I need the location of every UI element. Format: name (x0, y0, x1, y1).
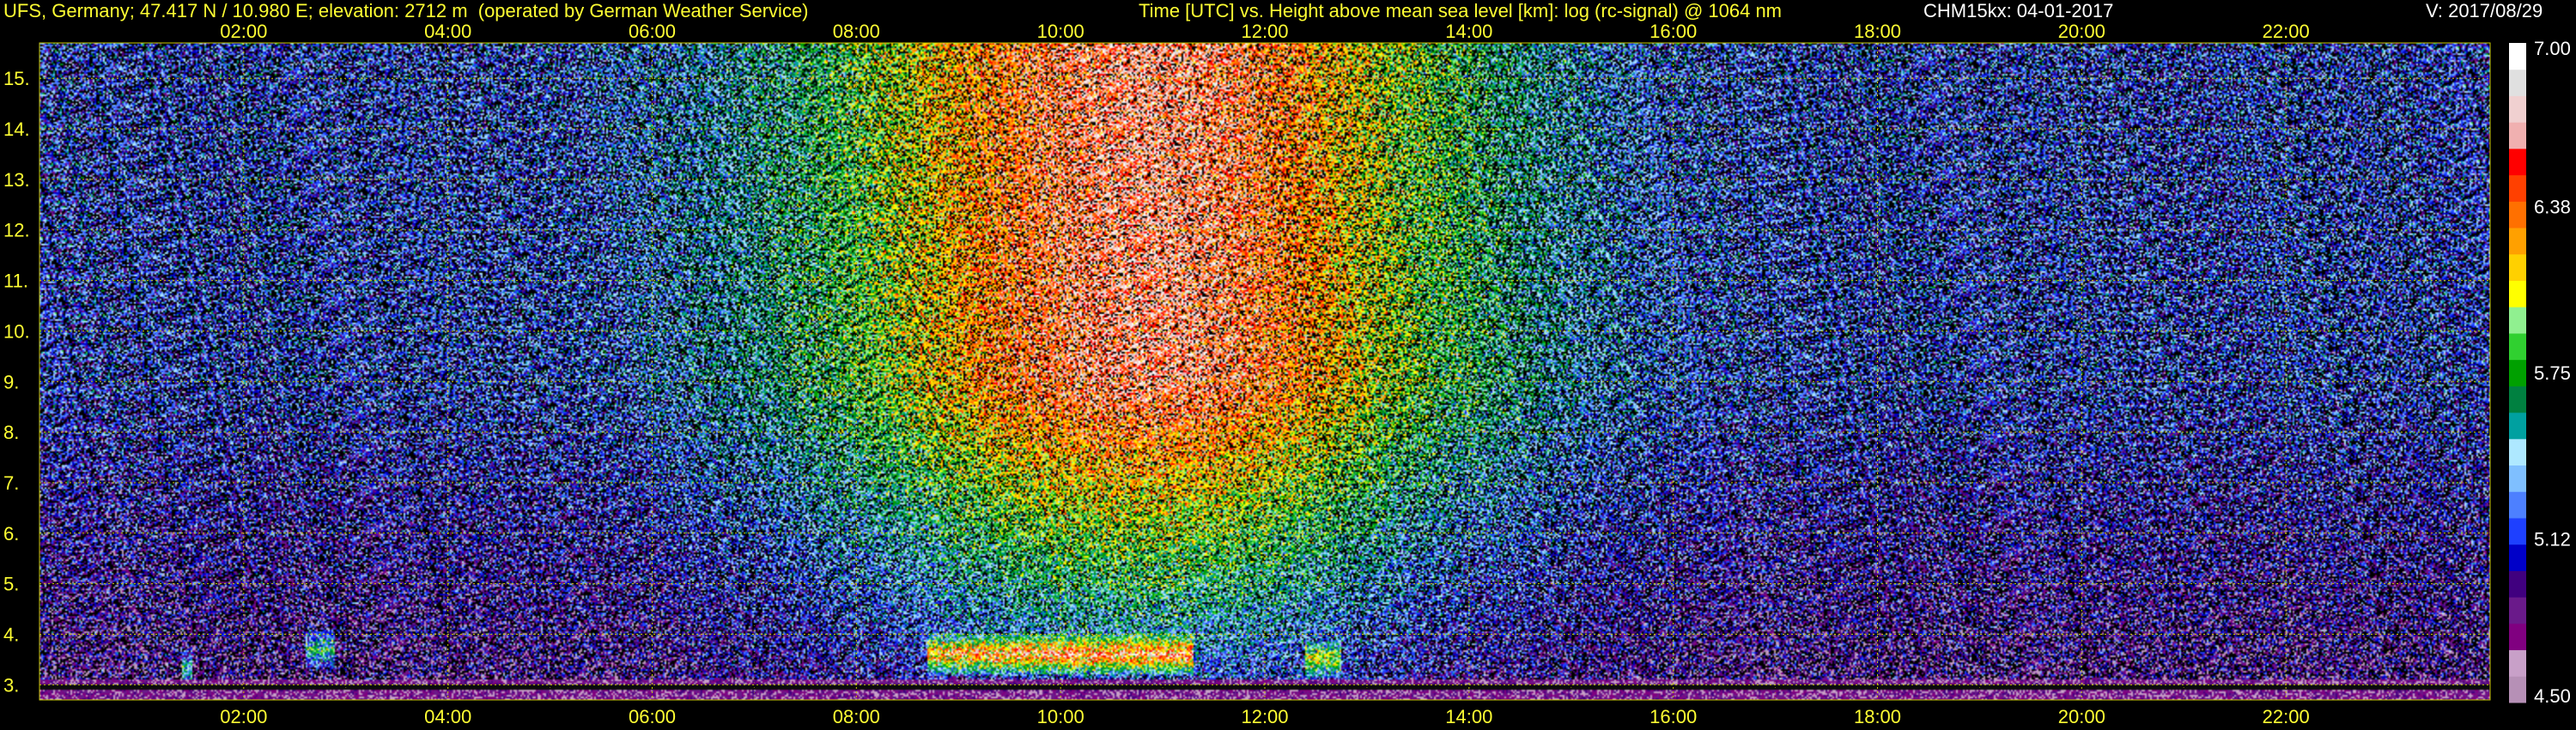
x-tick-label-top: 12:00 (1241, 21, 1288, 42)
colorbar-segment (2509, 491, 2526, 519)
colorbar-segment (2509, 386, 2526, 413)
y-tick-label: 4. (3, 624, 19, 646)
y-tick-label: 10. (3, 320, 30, 342)
x-tick-label-bottom: 22:00 (2263, 706, 2310, 727)
y-tick-label: 3. (3, 674, 19, 696)
colorbar-eq-mark: eq (2534, 633, 2544, 643)
x-tick-label-bottom: 08:00 (833, 706, 880, 727)
x-tick-label-bottom: 16:00 (1649, 706, 1697, 727)
y-tick-label: 5. (3, 574, 19, 595)
x-tick-label-bottom: 06:00 (629, 706, 676, 727)
colorbar-label: 5.12 (2534, 529, 2571, 551)
colorbar-segment (2509, 174, 2526, 202)
y-tick-label: 12. (3, 220, 30, 241)
y-ticks-left: 3. 4. 5. 6. 7. 8. 9. 10. 11. 12. 13. 14. 15. (3, 68, 30, 696)
colorbar-segment (2509, 43, 2526, 70)
colorbar-label: 4.50 (2534, 685, 2571, 707)
colorbar-segment (2509, 148, 2526, 176)
colorbar-segment (2509, 649, 2526, 677)
colorbar (2509, 43, 2526, 703)
chart-overlay: 02:00 04:00 06:00 08:00 10:00 12:00 14:00 16:00… (3, 21, 2571, 727)
x-tick-label-top: 04:00 (424, 21, 471, 42)
y-tick-label: 14. (3, 119, 30, 140)
colorbar-label: 7.00 (2534, 38, 2571, 59)
x-tick-label-top: 06:00 (629, 21, 676, 42)
x-tick-label-bottom: 02:00 (220, 706, 267, 727)
colorbar-segment (2509, 95, 2526, 123)
y-tick-label: 6. (3, 523, 19, 544)
y-tick-label: 9. (3, 371, 19, 392)
x-tick-label-bottom: 20:00 (2058, 706, 2105, 727)
x-tick-label-top: 18:00 (1854, 21, 1901, 42)
colorbar-segment (2509, 623, 2526, 651)
colorbar-segment (2509, 201, 2526, 228)
y-tick-label: 8. (3, 422, 19, 443)
x-tick-label-top: 20:00 (2058, 21, 2105, 42)
y-tick-label: 7. (3, 472, 19, 494)
y-tick-label: 13. (3, 169, 30, 191)
x-tick-label-bottom: 14:00 (1445, 706, 1492, 727)
x-tick-label-bottom: 10:00 (1037, 706, 1084, 727)
y-tick-label: 15. (3, 68, 30, 89)
colorbar-segment (2509, 676, 2526, 703)
x-tick-label-bottom: 12:00 (1241, 706, 1288, 727)
x-tick-label-top: 02:00 (220, 21, 267, 42)
colorbar-segment (2509, 597, 2526, 624)
colorbar-labels: 7.00 6.38 5.75 5.12 4.50 eq (2534, 38, 2571, 707)
grid-lines (39, 43, 2490, 700)
colorbar-segment (2509, 122, 2526, 149)
colorbar-segment (2509, 438, 2526, 466)
x-tick-label-bottom: 18:00 (1854, 706, 1901, 727)
colorbar-segment (2509, 465, 2526, 492)
colorbar-segment (2509, 517, 2526, 545)
colorbar-segment (2509, 359, 2526, 386)
colorbar-segment (2509, 280, 2526, 307)
x-tick-label-top: 16:00 (1649, 21, 1697, 42)
colorbar-segment (2509, 69, 2526, 96)
colorbar-segment (2509, 307, 2526, 334)
x-tick-label-bottom: 04:00 (424, 706, 471, 727)
x-tick-label-top: 10:00 (1037, 21, 1084, 42)
colorbar-segment (2509, 332, 2526, 361)
colorbar-segment (2509, 228, 2526, 255)
colorbar-segment (2509, 570, 2526, 598)
x-ticks-bottom: 02:00 04:00 06:00 08:00 10:00 12:00 14:00 16:00… (220, 706, 2309, 727)
colorbar-segment (2509, 253, 2526, 281)
x-tick-label-top: 22:00 (2263, 21, 2310, 42)
colorbar-label: 5.75 (2534, 362, 2571, 384)
colorbar-segment (2509, 412, 2526, 440)
colorbar-label: 6.38 (2534, 196, 2571, 217)
x-tick-label-top: 14:00 (1445, 21, 1492, 42)
x-tick-label-top: 08:00 (833, 21, 880, 42)
x-ticks-top: 02:00 04:00 06:00 08:00 10:00 12:00 14:00 16:00… (220, 21, 2309, 42)
y-tick-label: 11. (3, 271, 28, 292)
colorbar-segment (2509, 544, 2526, 571)
